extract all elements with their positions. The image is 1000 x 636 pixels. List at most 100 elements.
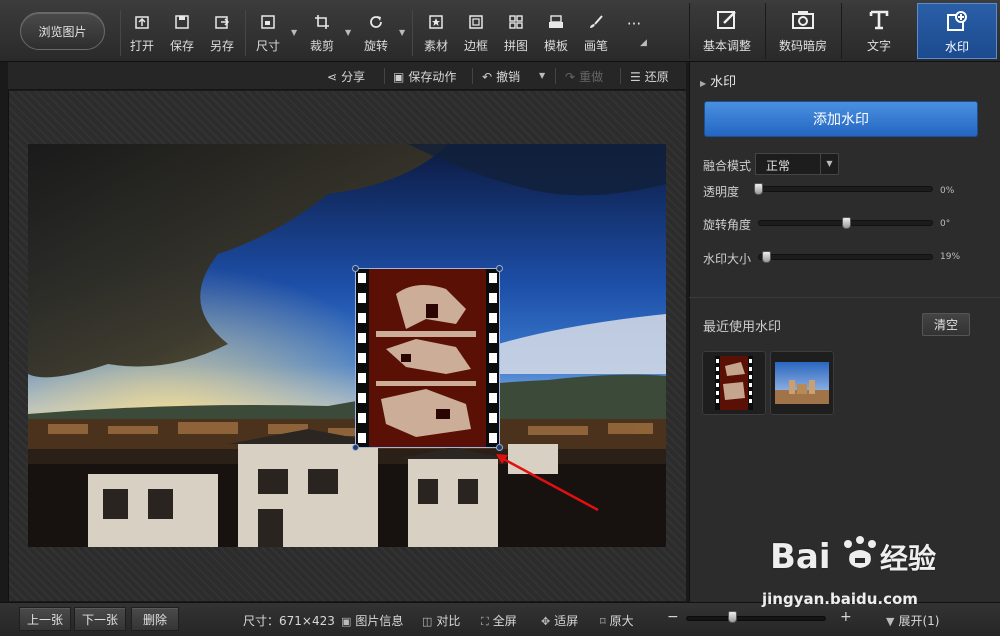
more-button[interactable]: ··· bbox=[614, 14, 654, 58]
action-separator bbox=[384, 68, 385, 84]
rotate-label: 旋转 bbox=[363, 39, 388, 53]
restore-button[interactable]: ☰ 还原 bbox=[630, 68, 669, 85]
action-separator bbox=[555, 68, 556, 84]
text-icon bbox=[842, 9, 916, 33]
border-label: 边框 bbox=[463, 39, 488, 53]
tab-darkroom[interactable]: 数码暗房 bbox=[765, 3, 840, 59]
original-size-button[interactable]: ⌑ 原大 bbox=[600, 612, 634, 629]
size-slider-thumb[interactable] bbox=[761, 251, 771, 263]
opacity-slider-thumb[interactable] bbox=[754, 183, 763, 195]
zoom-slider-thumb[interactable] bbox=[728, 611, 737, 623]
tab-watermark[interactable]: 水印 bbox=[917, 3, 997, 59]
rotate-icon bbox=[356, 14, 396, 34]
fullscreen-button[interactable]: ⛶ 全屏 bbox=[481, 612, 517, 629]
previous-image-button[interactable]: 上一张 bbox=[19, 607, 71, 631]
stickers-button[interactable]: 素材 bbox=[416, 14, 456, 58]
image-info-label: 图片信息 bbox=[355, 614, 404, 628]
fit-screen-button[interactable]: ✥ 适屏 bbox=[541, 612, 578, 629]
svg-text:经验: 经验 bbox=[880, 542, 936, 575]
undo-icon: ↶ bbox=[482, 70, 493, 84]
add-watermark-button[interactable]: 添加水印 bbox=[704, 101, 978, 137]
save-button[interactable]: 保存 bbox=[162, 14, 202, 58]
save-action-button[interactable]: ▣ 保存动作 bbox=[393, 68, 456, 85]
opacity-slider[interactable] bbox=[758, 186, 933, 192]
action-separator bbox=[472, 68, 473, 84]
open-label: 打开 bbox=[129, 39, 154, 53]
share-icon: ⋖ bbox=[327, 70, 338, 84]
watermark-overlay[interactable] bbox=[352, 265, 503, 451]
brush-button[interactable]: 画笔 bbox=[576, 14, 616, 58]
zoom-in-icon[interactable]: + bbox=[840, 609, 852, 625]
redo-label: 重做 bbox=[579, 70, 604, 84]
browse-images-button[interactable]: 浏览图片 bbox=[20, 12, 105, 50]
resize-label: 尺寸 bbox=[255, 39, 280, 53]
brush-label: 画笔 bbox=[583, 39, 608, 53]
next-image-button[interactable]: 下一张 bbox=[74, 607, 126, 631]
collage-icon bbox=[496, 14, 536, 34]
toolbar-separator bbox=[412, 10, 413, 56]
crop-button[interactable]: 裁剪 bbox=[302, 14, 342, 58]
resize-icon bbox=[248, 14, 288, 34]
template-icon bbox=[536, 14, 576, 34]
crop-dropdown-icon[interactable]: ▼ bbox=[345, 28, 351, 37]
panel-divider bbox=[689, 297, 1000, 298]
share-button[interactable]: ⋖ 分享 bbox=[327, 68, 365, 85]
compare-button[interactable]: ◫ 对比 bbox=[422, 612, 460, 629]
save-as-button[interactable]: 另存 bbox=[202, 14, 242, 58]
image-info-icon: ▣ bbox=[341, 615, 352, 628]
resize-handle[interactable] bbox=[352, 444, 359, 451]
border-icon bbox=[456, 14, 496, 34]
save-action-icon: ▣ bbox=[393, 70, 405, 84]
watermark-icon bbox=[918, 10, 996, 34]
chevron-down-icon: ▼ bbox=[886, 615, 895, 628]
recent-watermarks-title: 最近使用水印 bbox=[703, 320, 782, 335]
save-as-label: 另存 bbox=[209, 39, 234, 53]
template-button[interactable]: 模板 bbox=[536, 14, 576, 58]
original-size-label: 原大 bbox=[609, 614, 634, 628]
zoom-out-icon[interactable]: − bbox=[667, 609, 679, 625]
recent-watermark-thumb[interactable] bbox=[770, 351, 834, 415]
image-info-button[interactable]: ▣ 图片信息 bbox=[341, 612, 403, 629]
toolbar-expand-icon[interactable]: ◢ bbox=[640, 38, 647, 48]
undo-dropdown-icon[interactable]: ▼ bbox=[539, 71, 545, 80]
expand-filmstrip-button[interactable]: ▼ 展开(1) bbox=[886, 612, 939, 629]
rotation-label: 旋转角度 bbox=[703, 218, 752, 232]
panel-title[interactable]: ▶ 水印 bbox=[700, 71, 736, 90]
delete-button[interactable]: 删除 bbox=[131, 607, 179, 631]
rotate-dropdown-icon[interactable]: ▼ bbox=[399, 28, 405, 37]
border-button[interactable]: 边框 bbox=[456, 14, 496, 58]
resize-button[interactable]: 尺寸 bbox=[248, 14, 288, 58]
blend-mode-select[interactable]: 正常 ▼ bbox=[755, 153, 839, 175]
toolbar-separator bbox=[245, 10, 246, 56]
darkroom-icon bbox=[766, 9, 840, 33]
redo-icon: ↷ bbox=[565, 70, 576, 84]
collage-button[interactable]: 拼图 bbox=[496, 14, 536, 58]
rotate-button[interactable]: 旋转 bbox=[356, 14, 396, 58]
fit-screen-label: 适屏 bbox=[554, 614, 579, 628]
tab-text[interactable]: 文字 bbox=[841, 3, 916, 59]
baidu-jingyan-logo: Bai 经验 bbox=[770, 530, 970, 588]
resize-dropdown-icon[interactable]: ▼ bbox=[291, 28, 297, 37]
opacity-label: 透明度 bbox=[703, 185, 740, 199]
tab-basic-adjust-label: 基本调整 bbox=[702, 39, 751, 53]
restore-icon: ☰ bbox=[630, 70, 641, 84]
clear-recent-button[interactable]: 清空 bbox=[922, 313, 970, 336]
resize-handle[interactable] bbox=[352, 265, 359, 272]
recent-watermark-thumb[interactable] bbox=[702, 351, 766, 415]
open-button[interactable]: 打开 bbox=[122, 14, 162, 58]
compare-label: 对比 bbox=[436, 614, 461, 628]
resize-handle[interactable] bbox=[496, 265, 503, 272]
tab-basic-adjust[interactable]: 基本调整 bbox=[689, 3, 764, 59]
save-action-label: 保存动作 bbox=[408, 70, 457, 84]
zoom-slider[interactable] bbox=[686, 616, 826, 621]
action-separator bbox=[620, 68, 621, 84]
original-size-icon: ⌑ bbox=[600, 615, 606, 628]
redo-button[interactable]: ↷ 重做 bbox=[565, 68, 603, 85]
rotation-slider-thumb[interactable] bbox=[841, 217, 851, 229]
undo-button[interactable]: ↶ 撤销 bbox=[482, 68, 520, 85]
resize-handle[interactable] bbox=[496, 444, 503, 451]
size-slider[interactable] bbox=[758, 254, 933, 260]
stickers-label: 素材 bbox=[423, 39, 448, 53]
share-label: 分享 bbox=[341, 70, 366, 84]
save-as-icon bbox=[202, 14, 242, 34]
